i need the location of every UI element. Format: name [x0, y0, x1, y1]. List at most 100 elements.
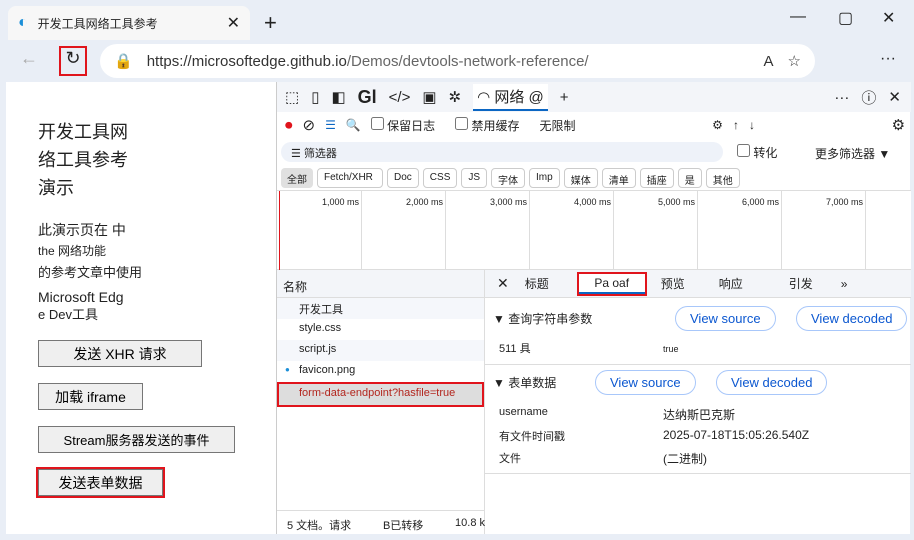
type-filter-7[interactable]: 媒体 [563, 168, 598, 188]
request-name: 开发工具 [299, 304, 343, 316]
page-description: 此演示页在 中 the 网络功能 的参考文章中使用 Microsoft Edg e De… [38, 222, 143, 322]
timeline-gridline [361, 191, 362, 271]
disable-cache-checkbox[interactable]: 禁用缓存 [455, 116, 520, 134]
type-filter-2[interactable]: Doc [387, 168, 419, 188]
type-filter-5[interactable]: 字体 [491, 168, 526, 188]
type-filter-4[interactable]: JS [461, 168, 488, 188]
query-value: true [663, 344, 679, 354]
throttle-select[interactable]: 无限制 [540, 117, 576, 134]
form-view-decoded-button[interactable]: View decoded [716, 370, 828, 395]
timeline-tick-label: 5,000 ms [657, 197, 695, 207]
device-icon[interactable]: ▯ [311, 88, 319, 106]
settings-icon[interactable]: ⚙ [892, 116, 905, 134]
send-form-button[interactable]: 发送表单数据 [36, 467, 165, 498]
devtools: ⬚ ▯ ◧ Gl </> ▣ ✲ ◠ 网络 @ + ··· ⓘ ✕ ⏺ ⊘ ☰ 🔍 保留日志 禁用… [276, 82, 911, 534]
console-icon[interactable]: ▣ [422, 88, 436, 106]
status-bar: 5 文档。请求 B已转移 10.8 k [277, 510, 485, 534]
filter-input[interactable]: ☰ 筛选器 [281, 142, 723, 162]
timeline-gridline [697, 191, 698, 271]
form-key: username [499, 406, 548, 418]
type-filter-9[interactable]: 插座 [639, 168, 674, 188]
clear-icon[interactable]: ⊘ [303, 116, 316, 134]
close-tab-icon[interactable]: ✕ [227, 13, 240, 33]
back-icon[interactable]: ← [20, 48, 38, 69]
network-conditions-icon[interactable]: ⚙ [712, 118, 723, 132]
form-view-source-button[interactable]: View source [595, 370, 696, 395]
filter-toggle-icon[interactable]: ☰ [325, 118, 336, 132]
url-host: https://microsoftedge.github.io [146, 52, 347, 70]
type-filter-6[interactable]: Imp [529, 168, 560, 188]
type-filter-3[interactable]: CSS [422, 168, 458, 188]
minimize-button[interactable]: — [790, 8, 806, 26]
browser-tab[interactable]: ◐ 开发工具网络工具参考 ✕ [8, 6, 250, 40]
bug-icon[interactable]: ✲ [449, 88, 462, 106]
tab-elements[interactable]: Gl [358, 87, 377, 108]
lock-icon: 🔒 [114, 53, 133, 70]
web-page: 开发工具网 络工具参考 演示 此演示页在 中 the 网络功能 的参考文章中使用 Micr… [6, 82, 276, 534]
more-detail-tabs-icon[interactable]: » [841, 277, 848, 291]
new-tab-button[interactable]: + [264, 10, 277, 36]
search-icon[interactable]: 🔍 [346, 118, 361, 132]
timeline-start-marker [279, 191, 280, 271]
timeline-overview[interactable]: 1,000 ms 2,000 ms 3,000 ms 4,000 ms 5,000 ms… [277, 190, 911, 271]
form-value: (二进制) [663, 452, 707, 466]
query-view-decoded-button[interactable]: View decoded [796, 306, 908, 331]
refresh-button[interactable]: ↻ [59, 46, 87, 76]
favorite-icon[interactable]: ☆ [788, 52, 801, 70]
address-bar[interactable]: 🔒 https://microsoftedge.github.io/Demos/… [100, 44, 815, 78]
request-name: script.js [299, 343, 337, 355]
form-section-title[interactable]: ▼ 表单数据 [493, 374, 556, 391]
export-icon[interactable]: ↓ [749, 118, 755, 132]
page-heading: 开发工具网 络工具参考 演示 [38, 122, 128, 198]
name-column-header[interactable]: 名称 [277, 270, 484, 298]
tab-initiator[interactable]: 引发 [761, 275, 841, 292]
request-row[interactable]: ● favicon.png [277, 361, 484, 382]
tab-preview[interactable]: 预览 [645, 275, 701, 292]
timeline-tick-label: 7,000 ms [825, 197, 863, 207]
tab-network[interactable]: ◠ 网络 @ [473, 83, 548, 111]
menu-icon[interactable]: ··· [880, 50, 896, 68]
tab-response[interactable]: 响应 [701, 275, 761, 292]
request-name: form-data-endpoint?hasfile=true [299, 387, 456, 399]
type-filter-0[interactable]: 全部 [281, 168, 313, 188]
dock-icon[interactable]: ◧ [331, 88, 345, 106]
request-row[interactable]: 开发工具 [277, 298, 484, 319]
request-row[interactable]: form-data-endpoint?hasfile=true [277, 382, 484, 407]
close-window-button[interactable]: ✕ [882, 8, 895, 28]
tab-payload[interactable]: Pa oaf [576, 271, 647, 296]
close-devtools-icon[interactable]: ✕ [888, 88, 901, 106]
query-section-title[interactable]: ▼ 查询字符串参数 [493, 310, 592, 327]
request-name: style.css [299, 322, 342, 334]
more-tabs-button[interactable]: + [560, 89, 569, 106]
maximize-button[interactable]: ▢ [838, 8, 853, 28]
help-icon[interactable]: ⓘ [861, 87, 876, 108]
more-icon[interactable]: ··· [834, 89, 849, 106]
type-filter-8[interactable]: 清单 [601, 168, 636, 188]
import-icon[interactable]: ↑ [733, 118, 739, 132]
sources-icon[interactable]: </> [389, 89, 411, 106]
send-xhr-button[interactable]: 发送 XHR 请求 [38, 340, 202, 367]
type-filter-1[interactable]: Fetch/XHR [317, 168, 383, 188]
more-filters-dropdown[interactable]: 更多筛选器 ▼ [815, 145, 890, 162]
read-aloud-icon[interactable]: A [764, 53, 774, 70]
sse-button[interactable]: Stream服务器发送的事件 [38, 426, 235, 453]
timeline-gridline [613, 191, 614, 271]
close-detail-icon[interactable]: ✕ [497, 275, 509, 292]
preserve-log-checkbox[interactable]: 保留日志 [370, 116, 435, 134]
type-filter-10[interactable]: 是 [677, 168, 702, 188]
inspect-icon[interactable]: ⬚ [285, 88, 299, 106]
request-row[interactable]: style.css [277, 319, 484, 340]
tab-headers[interactable]: 标题 [525, 275, 579, 292]
query-view-source-button[interactable]: View source [675, 306, 776, 331]
type-filter-11[interactable]: 其他 [705, 168, 740, 188]
record-icon[interactable]: ⏺ [285, 117, 293, 134]
load-iframe-button[interactable]: 加载 iframe [38, 383, 143, 410]
favicon-icon: ● [285, 365, 290, 374]
invert-checkbox[interactable]: 转化 [737, 144, 777, 161]
timeline-tick-label: 4,000 ms [573, 197, 611, 207]
request-row[interactable]: script.js [277, 340, 484, 361]
form-key: 有文件时间戳 [499, 431, 565, 443]
query-key: 511 具 [499, 343, 531, 355]
timeline-tick-label: 1,000 ms [321, 197, 359, 207]
form-value: 2025-07-18T15:05:26.540Z [663, 428, 810, 442]
